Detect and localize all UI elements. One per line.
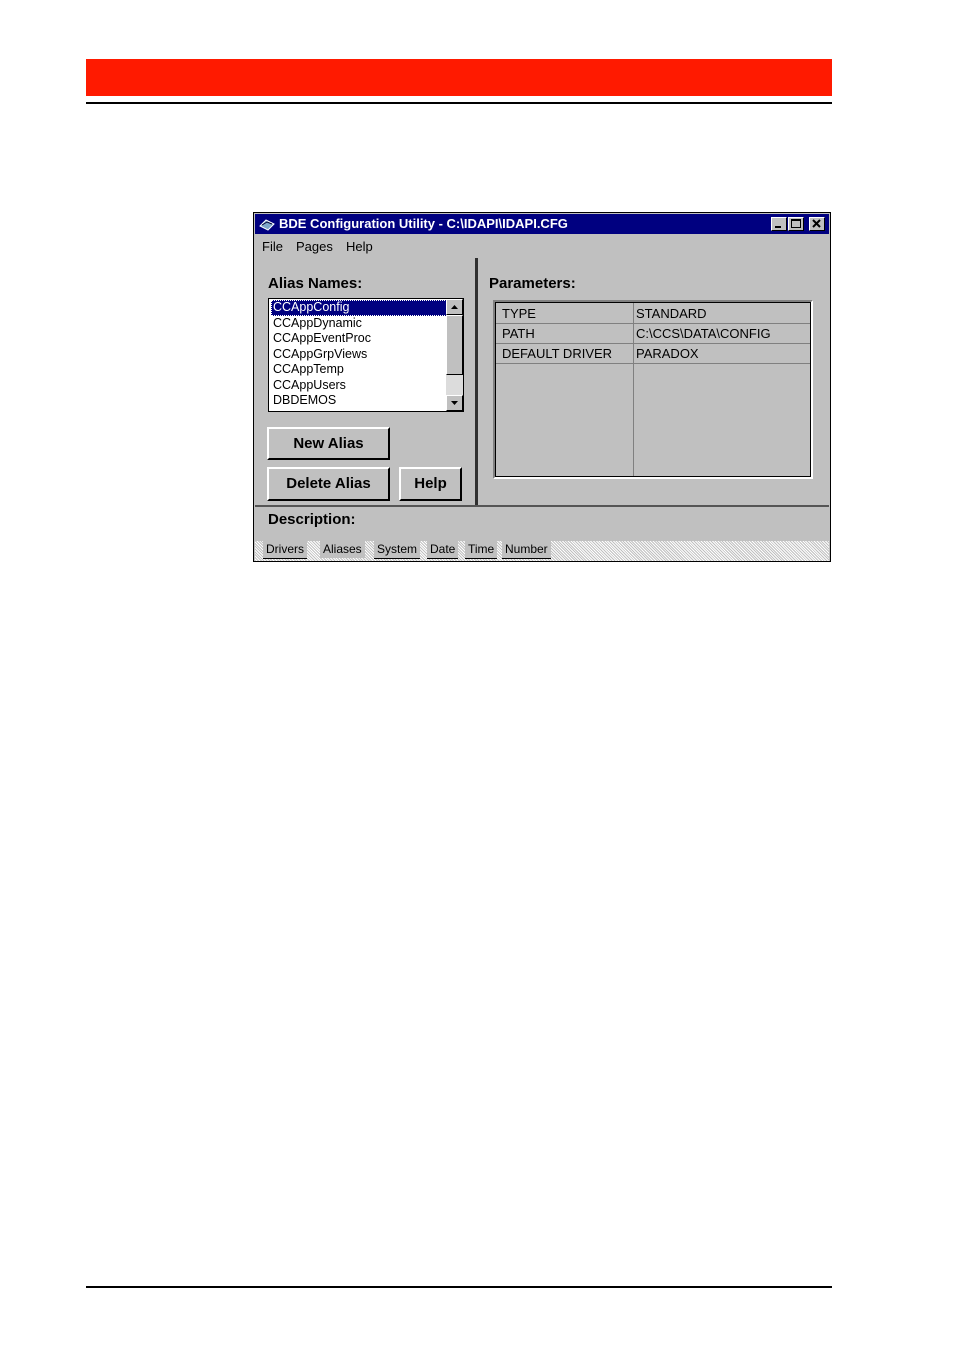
param-key: PATH	[502, 326, 535, 341]
arrow-down-icon	[451, 401, 458, 405]
table-row[interactable]: DEFAULT DRIVER PARADOX	[496, 343, 810, 364]
scroll-thumb[interactable]	[446, 315, 463, 375]
list-item[interactable]: CCAppDynamic	[271, 316, 447, 332]
menu-help[interactable]: Help	[346, 239, 373, 254]
list-item[interactable]: CCAppEventProc	[271, 331, 447, 347]
title-bar[interactable]: BDE Configuration Utility - C:\IDAPI\IDA…	[255, 214, 829, 234]
tab-aliases[interactable]: Aliases	[320, 541, 365, 558]
alias-scrollbar[interactable]	[446, 299, 463, 411]
menu-bar: File Pages Help	[255, 235, 829, 256]
tab-system[interactable]: System	[374, 541, 421, 559]
list-item[interactable]: DBDEMOS	[271, 393, 447, 409]
header-red-bar	[86, 59, 832, 96]
table-row[interactable]: TYPE STANDARD	[496, 303, 810, 324]
alias-names-label: Alias Names:	[268, 275, 363, 292]
bde-app-icon	[259, 219, 275, 231]
menu-pages[interactable]: Pages	[296, 239, 333, 254]
maximize-icon	[791, 219, 801, 228]
param-value[interactable]: PARADOX	[636, 346, 699, 361]
new-alias-button[interactable]: New Alias	[267, 427, 390, 460]
close-button[interactable]	[809, 217, 825, 231]
table-row[interactable]: PATH C:\CCS\DATA\CONFIG	[496, 323, 810, 344]
window-title: BDE Configuration Utility - C:\IDAPI\IDA…	[279, 216, 568, 231]
minimize-icon	[775, 226, 781, 228]
parameters-label: Parameters:	[489, 275, 576, 292]
parameters-grid-inner: TYPE STANDARD PATH C:\CCS\DATA\CONFIG DE…	[495, 302, 811, 477]
close-icon	[812, 219, 821, 228]
param-key: TYPE	[502, 306, 536, 321]
arrow-up-icon	[451, 305, 458, 309]
param-value[interactable]: STANDARD	[636, 306, 707, 321]
header-rule	[86, 102, 832, 104]
tab-drivers[interactable]: Drivers	[263, 541, 307, 559]
description-label: Description:	[268, 511, 356, 528]
tab-number[interactable]: Number	[502, 541, 551, 559]
list-item[interactable]: CCAppTemp	[271, 362, 447, 378]
new-alias-label: New Alias	[293, 435, 364, 452]
footer-rule	[86, 1286, 832, 1288]
tab-date[interactable]: Date	[427, 541, 459, 559]
page-tabs: Drivers Aliases System Date Time Number	[255, 541, 829, 561]
maximize-button[interactable]	[788, 217, 804, 231]
alias-listbox[interactable]: CCAppConfig CCAppDynamic CCAppEventProc …	[268, 298, 464, 412]
list-item[interactable]: CCAppGrpViews	[271, 347, 447, 363]
parameters-grid[interactable]: TYPE STANDARD PATH C:\CCS\DATA\CONFIG DE…	[493, 300, 813, 479]
param-key: DEFAULT DRIVER	[502, 346, 613, 361]
list-item[interactable]: CCAppConfig	[271, 300, 447, 316]
menu-file[interactable]: File	[262, 239, 283, 254]
help-button-label: Help	[414, 475, 447, 492]
description-separator	[255, 505, 829, 507]
param-value[interactable]: C:\CCS\DATA\CONFIG	[636, 326, 771, 341]
alias-list: CCAppConfig CCAppDynamic CCAppEventProc …	[271, 300, 447, 409]
scroll-up-button[interactable]	[446, 299, 463, 315]
minimize-button[interactable]	[771, 217, 787, 231]
pane-divider	[475, 258, 478, 506]
scroll-down-button[interactable]	[446, 395, 463, 411]
delete-alias-label: Delete Alias	[286, 475, 371, 492]
list-item[interactable]: CCAppUsers	[271, 378, 447, 394]
help-button[interactable]: Help	[399, 467, 462, 501]
bde-config-window: BDE Configuration Utility - C:\IDAPI\IDA…	[253, 212, 831, 562]
delete-alias-button[interactable]: Delete Alias	[267, 467, 390, 501]
tab-time[interactable]: Time	[465, 541, 498, 559]
